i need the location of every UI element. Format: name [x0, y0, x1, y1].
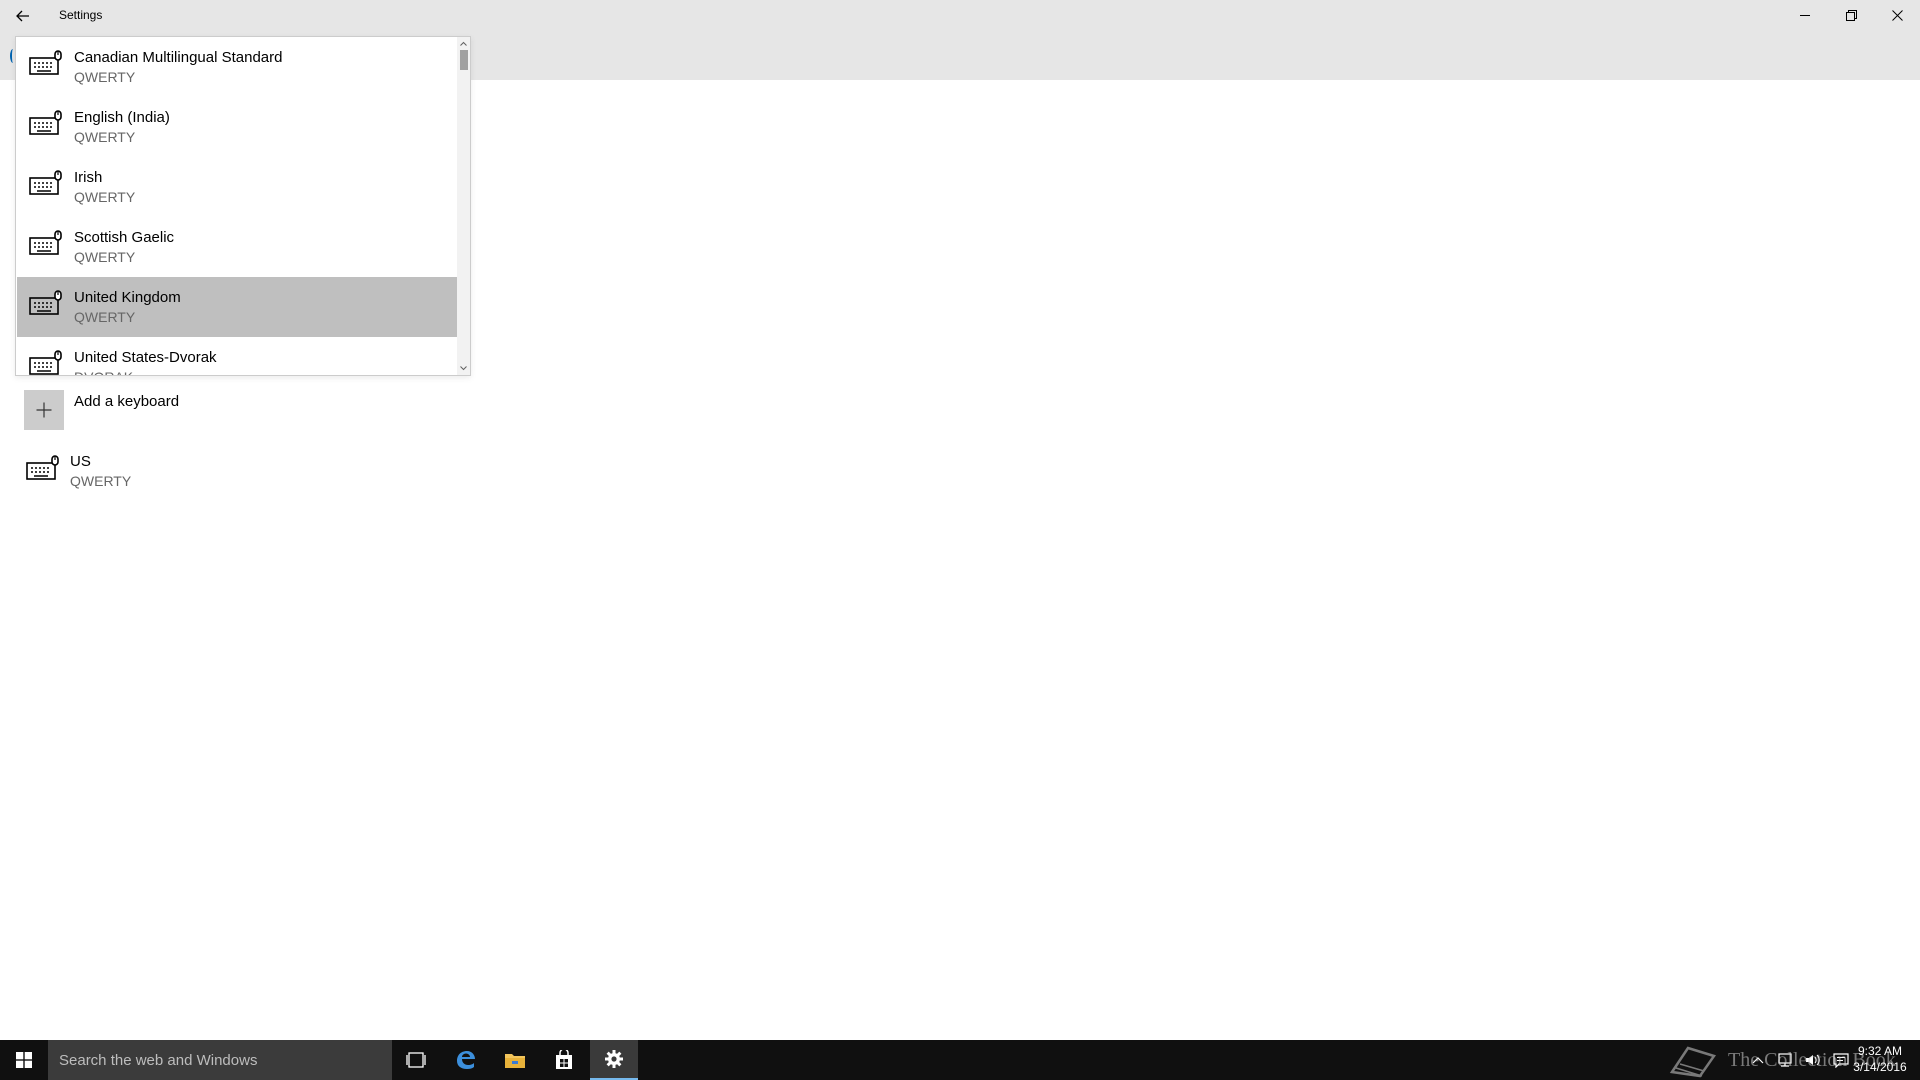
keyboard-option-name: Irish — [74, 169, 103, 186]
installed-keyboard-us[interactable]: US QWERTY — [24, 450, 444, 500]
taskbar-search-input[interactable] — [48, 1040, 392, 1080]
keyboard-option[interactable]: Canadian Multilingual Standard QWERTY — [17, 37, 458, 97]
keyboard-picker-dropdown[interactable]: Canadian Multilingual Standard QWERTY Engl… — [15, 36, 471, 376]
store-icon — [556, 1050, 572, 1069]
keyboard-option-name: Canadian Multilingual Standard — [74, 49, 283, 66]
keyboard-option[interactable]: Irish QWERTY — [17, 157, 458, 217]
keyboard-option[interactable]: United Kingdom QWERTY — [17, 277, 458, 337]
settings-taskbar-button[interactable] — [590, 1040, 638, 1080]
keyboard-icon — [29, 290, 62, 315]
keyboard-icon — [29, 170, 62, 195]
keyboard-option[interactable]: United States-Dvorak DVORAK — [17, 337, 458, 375]
back-button[interactable] — [0, 0, 46, 31]
plus-icon — [36, 402, 52, 418]
keyboard-option-name: Scottish Gaelic — [74, 229, 175, 246]
start-button[interactable] — [0, 1040, 48, 1080]
scroll-down-button[interactable] — [457, 362, 470, 375]
keyboard-icon — [29, 110, 62, 135]
add-keyboard-plus-box — [24, 390, 64, 430]
installed-keyboard-layout: QWERTY — [70, 473, 132, 489]
keyboard-picker-list: Canadian Multilingual Standard QWERTY Engl… — [17, 37, 458, 375]
taskbar-clock[interactable]: 9:32 AM 3/14/2016 — [1845, 1043, 1915, 1077]
file-explorer-taskbar-button[interactable] — [491, 1040, 539, 1080]
keyboard-icon — [29, 350, 62, 375]
edge-browser-icon — [457, 1051, 475, 1069]
gear-icon — [605, 1050, 623, 1068]
keyboard-option-name: United Kingdom — [74, 289, 181, 306]
keyboard-option-layout: QWERTY — [74, 69, 136, 85]
taskbar-search-box[interactable] — [48, 1040, 392, 1080]
edge-taskbar-button[interactable] — [442, 1040, 490, 1080]
minimize-button[interactable] — [1782, 0, 1828, 31]
dropdown-scrollbar[interactable] — [457, 37, 470, 375]
keyboard-option-layout: DVORAK — [74, 369, 133, 375]
clock-date: 3/14/2016 — [1853, 1060, 1907, 1074]
close-icon — [1891, 10, 1903, 21]
keyboard-icon — [29, 50, 62, 75]
scroll-up-button[interactable] — [457, 37, 470, 50]
keyboard-option[interactable]: English (India) QWERTY — [17, 97, 458, 157]
taskbar — [0, 1040, 1920, 1080]
keyboard-option-layout: QWERTY — [74, 309, 136, 325]
clock-time: 9:32 AM — [1857, 1044, 1903, 1058]
task-view-icon — [406, 1052, 426, 1068]
keyboard-icon — [29, 230, 62, 255]
chevron-up-icon — [460, 41, 467, 46]
add-keyboard-label: Add a keyboard — [74, 393, 180, 410]
restore-icon — [1845, 10, 1857, 21]
keyboard-option[interactable]: Scottish Gaelic QWERTY — [17, 217, 458, 277]
keyboard-option-layout: QWERTY — [74, 249, 136, 265]
close-button[interactable] — [1874, 0, 1920, 31]
keyboard-option-layout: QWERTY — [74, 189, 136, 205]
windows-logo-icon — [16, 1052, 32, 1068]
keyboard-icon — [26, 455, 59, 480]
file-explorer-icon — [505, 1054, 525, 1068]
window-title: Settings — [59, 8, 103, 22]
restore-button[interactable] — [1828, 0, 1874, 31]
minimize-icon — [1799, 15, 1810, 16]
keyboard-option-name: English (India) — [74, 109, 170, 126]
back-arrow-icon — [16, 10, 29, 21]
chevron-down-icon — [460, 366, 467, 371]
add-keyboard-button[interactable]: Add a keyboard — [24, 390, 444, 432]
store-taskbar-button[interactable] — [540, 1040, 588, 1080]
keyboard-option-layout: QWERTY — [74, 129, 136, 145]
installed-keyboard-name: US — [70, 453, 91, 470]
task-view-button[interactable] — [392, 1040, 440, 1080]
title-bar: Settings — [0, 0, 1920, 31]
scroll-thumb[interactable] — [460, 50, 468, 70]
keyboard-option-name: United States-Dvorak — [74, 349, 217, 366]
book-icon — [1669, 1046, 1717, 1078]
